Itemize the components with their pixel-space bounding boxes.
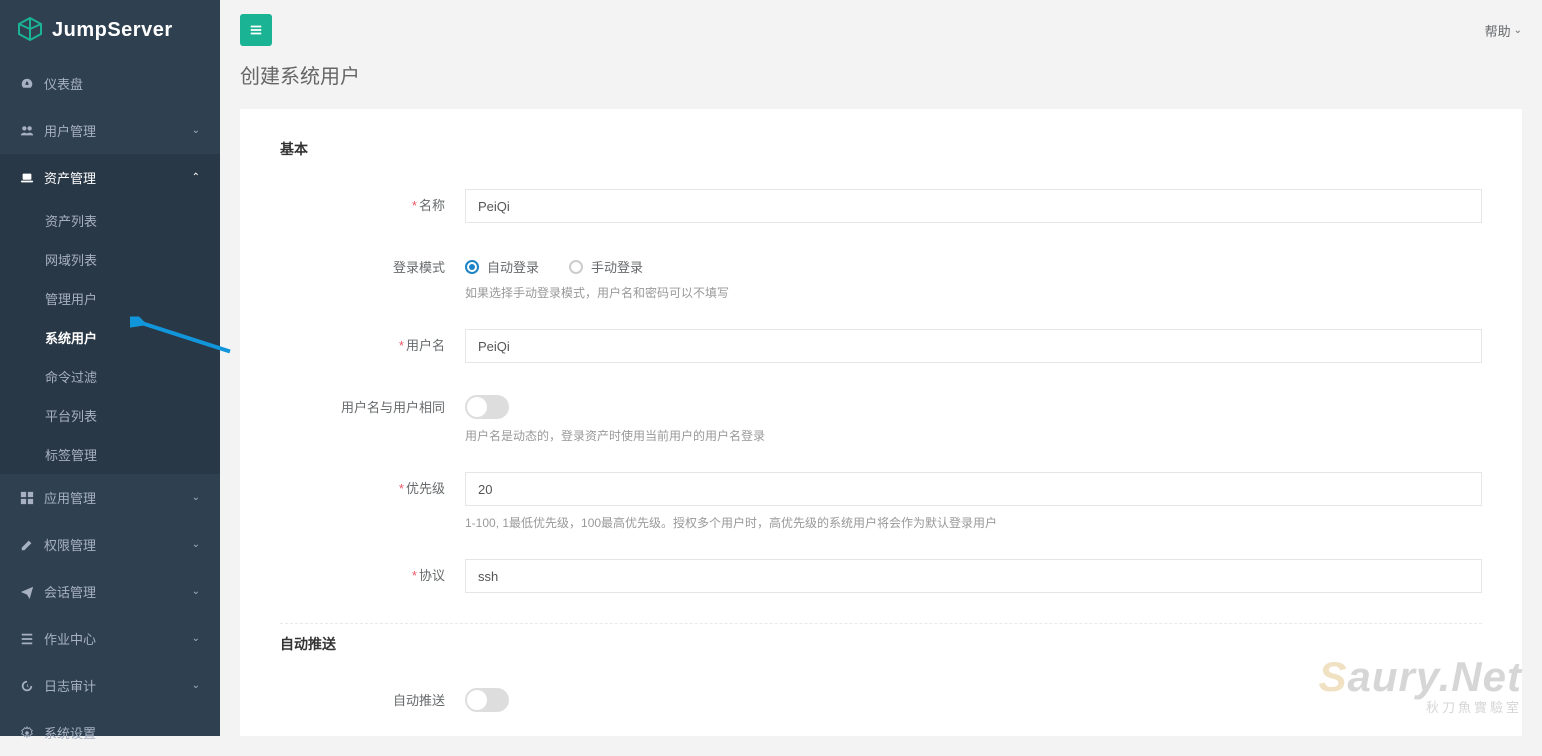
name-input[interactable] bbox=[465, 189, 1482, 223]
label-name: *名称 bbox=[280, 189, 465, 214]
grid-icon bbox=[20, 491, 36, 505]
sub-item-label-mgmt[interactable]: 标签管理 bbox=[0, 435, 220, 474]
divider bbox=[280, 623, 1482, 624]
label-protocol: *协议 bbox=[280, 559, 465, 584]
nav-label: 日志审计 bbox=[44, 676, 96, 695]
sub-item-cmd-filter[interactable]: 命令过滤 bbox=[0, 357, 220, 396]
section-basic: 基本 bbox=[280, 139, 1482, 159]
nav-label: 仪表盘 bbox=[44, 74, 83, 93]
nav-label: 会话管理 bbox=[44, 582, 96, 601]
sidebar-item-settings[interactable]: 系统设置 bbox=[0, 709, 220, 756]
label-same-as-user: 用户名与用户相同 bbox=[280, 391, 465, 416]
sidebar-item-tasks[interactable]: 作业中心 ⌄ bbox=[0, 615, 220, 662]
autopush-toggle[interactable] bbox=[465, 688, 509, 712]
sub-item-admin-user[interactable]: 管理用户 bbox=[0, 279, 220, 318]
form-panel: 基本 *名称 登录模式 自动登录 bbox=[240, 109, 1522, 736]
sub-item-domain-list[interactable]: 网域列表 bbox=[0, 240, 220, 279]
sidebar-item-apps[interactable]: 应用管理 ⌄ bbox=[0, 474, 220, 521]
chevron-down-icon: ⌄ bbox=[192, 125, 200, 136]
section-autopush: 自动推送 bbox=[280, 634, 1482, 654]
help-same-as-user: 用户名是动态的，登录资产时使用当前用户的用户名登录 bbox=[465, 427, 1482, 444]
protocol-select[interactable] bbox=[465, 559, 1482, 593]
nav-label: 权限管理 bbox=[44, 535, 96, 554]
chevron-down-icon: ⌄ bbox=[192, 586, 200, 597]
same-as-user-toggle[interactable] bbox=[465, 395, 509, 419]
sidebar-item-dashboard[interactable]: 仪表盘 bbox=[0, 60, 220, 107]
label-autopush: 自动推送 bbox=[280, 684, 465, 709]
send-icon bbox=[20, 585, 36, 599]
sidebar: JumpServer 仪表盘 用户管理 ⌄ 资产管理 ⌃ 资产列表 网域列表 管… bbox=[0, 0, 220, 736]
nav-label: 系统设置 bbox=[44, 723, 96, 742]
page-title: 创建系统用户 bbox=[240, 60, 1522, 89]
menu-icon bbox=[249, 23, 263, 37]
label-login-mode: 登录模式 bbox=[280, 251, 465, 276]
sidebar-item-audit[interactable]: 日志审计 ⌄ bbox=[0, 662, 220, 709]
sub-item-platform-list[interactable]: 平台列表 bbox=[0, 396, 220, 435]
laptop-icon bbox=[20, 171, 36, 185]
username-input[interactable] bbox=[465, 329, 1482, 363]
assets-submenu: 资产列表 网域列表 管理用户 系统用户 命令过滤 平台列表 标签管理 bbox=[0, 201, 220, 474]
edit-icon bbox=[20, 538, 36, 552]
help-dropdown[interactable]: 帮助 ⌄ bbox=[1485, 21, 1522, 40]
label-username: *用户名 bbox=[280, 329, 465, 354]
radio-manual-login[interactable]: 手动登录 bbox=[569, 257, 643, 276]
tasks-icon bbox=[20, 632, 36, 646]
nav-label: 应用管理 bbox=[44, 488, 96, 507]
chevron-down-icon: ⌄ bbox=[192, 539, 200, 550]
sidebar-toggle-button[interactable] bbox=[240, 14, 272, 46]
radio-auto-login[interactable]: 自动登录 bbox=[465, 257, 539, 276]
nav-label: 用户管理 bbox=[44, 121, 96, 140]
logo-text: JumpServer bbox=[52, 19, 173, 42]
logo: JumpServer bbox=[0, 0, 220, 60]
history-icon bbox=[20, 679, 36, 693]
help-priority: 1-100, 1最低优先级，100最高优先级。授权多个用户时，高优先级的系统用户… bbox=[465, 514, 1482, 531]
chevron-up-icon: ⌃ bbox=[192, 172, 200, 183]
logo-icon bbox=[16, 15, 44, 46]
sidebar-item-sessions[interactable]: 会话管理 ⌄ bbox=[0, 568, 220, 615]
nav: 仪表盘 用户管理 ⌄ 资产管理 ⌃ 资产列表 网域列表 管理用户 系统用户 bbox=[0, 60, 220, 756]
sidebar-item-perms[interactable]: 权限管理 ⌄ bbox=[0, 521, 220, 568]
dashboard-icon bbox=[20, 77, 36, 91]
radio-checked-icon bbox=[465, 260, 479, 274]
chevron-down-icon: ⌄ bbox=[192, 492, 200, 503]
label-priority: *优先级 bbox=[280, 472, 465, 497]
chevron-down-icon: ⌄ bbox=[192, 633, 200, 644]
help-login-mode: 如果选择手动登录模式，用户名和密码可以不填写 bbox=[465, 284, 1482, 301]
chevron-down-icon: ⌄ bbox=[1514, 25, 1522, 36]
nav-label: 作业中心 bbox=[44, 629, 96, 648]
chevron-down-icon: ⌄ bbox=[192, 680, 200, 691]
sidebar-item-users[interactable]: 用户管理 ⌄ bbox=[0, 107, 220, 154]
cog-icon bbox=[20, 726, 36, 740]
users-icon bbox=[20, 124, 36, 138]
nav-label: 资产管理 bbox=[44, 168, 96, 187]
sub-item-system-user[interactable]: 系统用户 bbox=[0, 318, 220, 357]
radio-unchecked-icon bbox=[569, 260, 583, 274]
page-header: 创建系统用户 bbox=[220, 60, 1542, 109]
sub-item-asset-list[interactable]: 资产列表 bbox=[0, 201, 220, 240]
main: 帮助 ⌄ 创建系统用户 基本 *名称 登录模式 bbox=[220, 0, 1542, 736]
priority-input[interactable] bbox=[465, 472, 1482, 506]
topbar: 帮助 ⌄ bbox=[220, 0, 1542, 60]
sidebar-item-assets[interactable]: 资产管理 ⌃ bbox=[0, 154, 220, 201]
